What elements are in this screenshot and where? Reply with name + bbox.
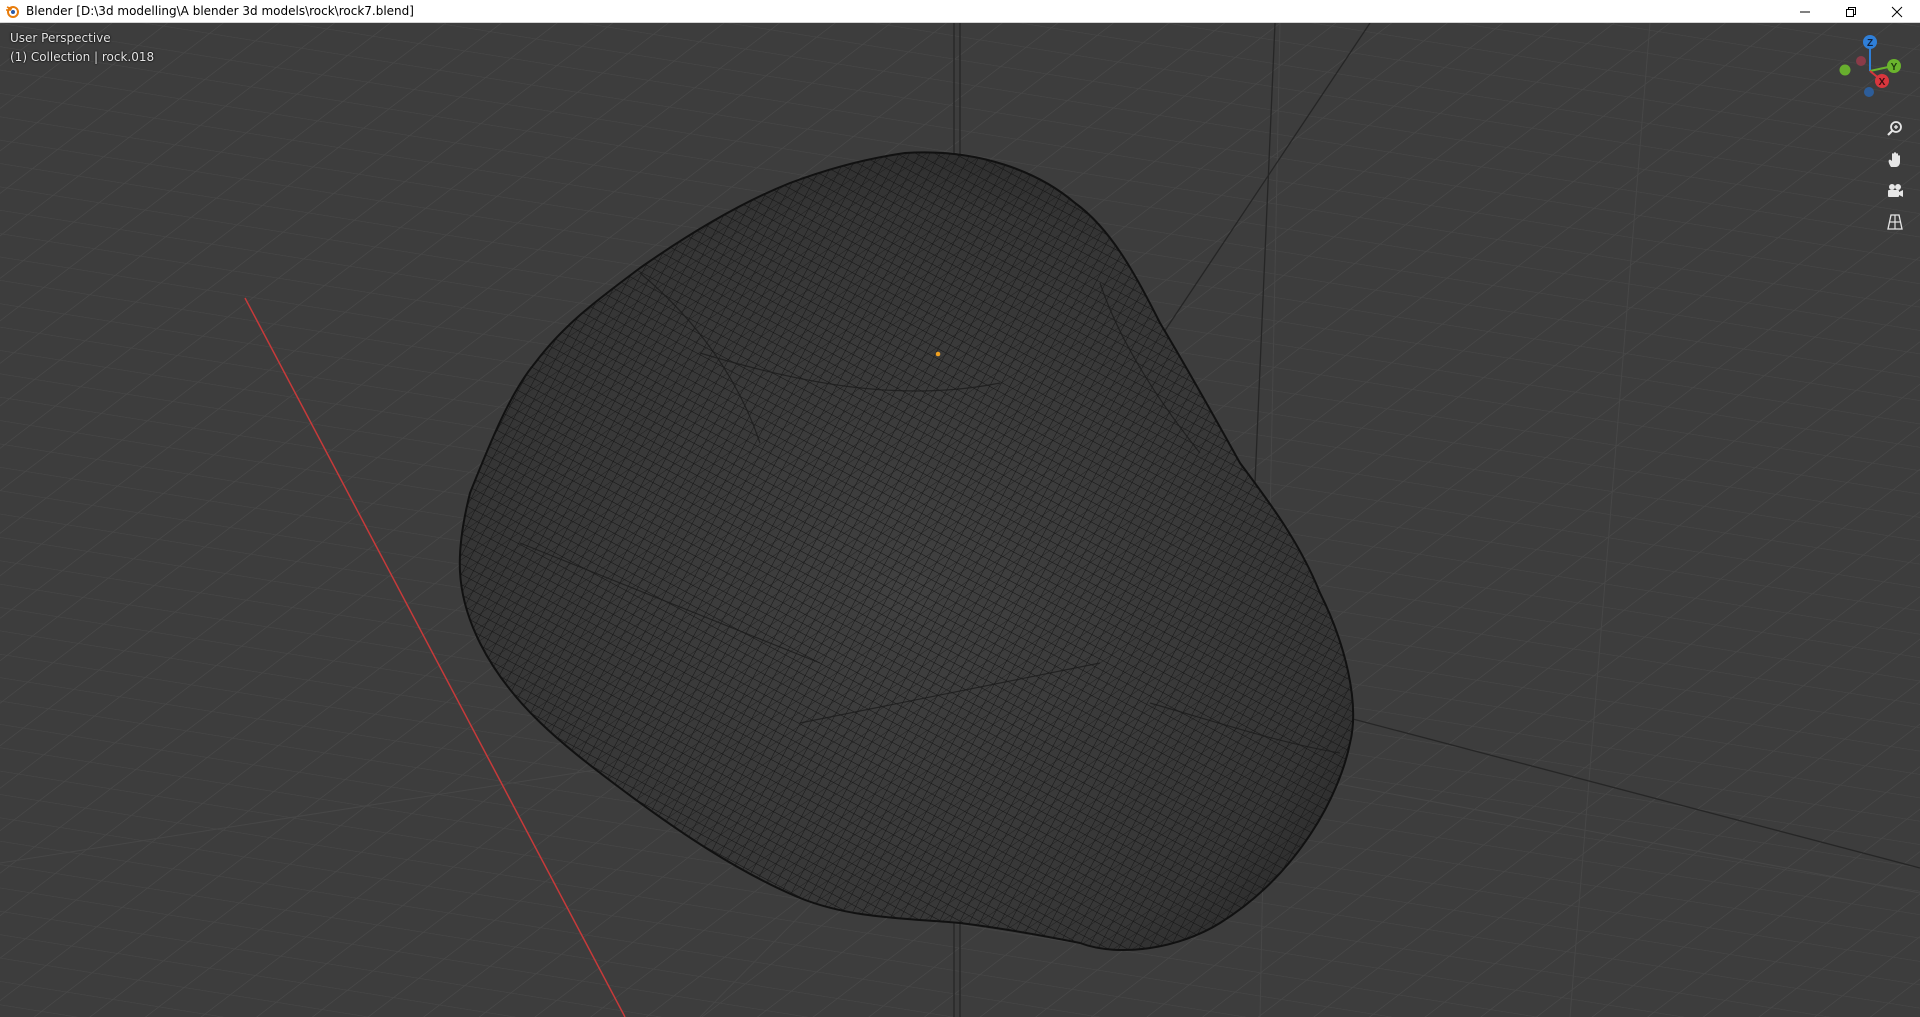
grid-perspective-icon bbox=[1887, 214, 1903, 230]
axis-gizmo[interactable]: Z Y X bbox=[1830, 31, 1910, 111]
zoom-button[interactable] bbox=[1880, 115, 1910, 143]
view-perspective-label: User Perspective bbox=[10, 31, 111, 45]
camera-icon bbox=[1888, 184, 1903, 197]
hand-pan-icon bbox=[1888, 152, 1900, 167]
object-origin-dot bbox=[935, 351, 941, 357]
active-object-label: (1) Collection | rock.018 bbox=[10, 50, 155, 64]
svg-text:X: X bbox=[1879, 77, 1886, 88]
window-title: Blender [D:\3d modelling\A blender 3d mo… bbox=[26, 4, 414, 18]
close-icon bbox=[1891, 6, 1903, 17]
camera-view-button[interactable] bbox=[1880, 177, 1910, 205]
gizmo-neg-z-icon[interactable] bbox=[1864, 87, 1874, 97]
zoom-icon bbox=[1887, 121, 1902, 136]
3d-viewport[interactable]: User Perspective (1) Collection | rock.0… bbox=[0, 23, 1920, 1017]
pan-button[interactable] bbox=[1880, 146, 1910, 174]
minimize-icon bbox=[1800, 11, 1810, 12]
svg-text:Z: Z bbox=[1867, 38, 1873, 49]
window-titlebar[interactable]: Blender [D:\3d modelling\A blender 3d mo… bbox=[0, 0, 1920, 23]
gizmo-neg-y-icon[interactable] bbox=[1839, 64, 1851, 76]
viewport-scene[interactable] bbox=[0, 23, 1920, 1017]
restore-button[interactable] bbox=[1828, 0, 1874, 23]
restore-icon bbox=[1846, 6, 1856, 17]
gizmo-neg-x-icon[interactable] bbox=[1856, 56, 1866, 66]
close-button[interactable] bbox=[1874, 0, 1920, 23]
blender-logo-icon bbox=[4, 3, 20, 19]
minimize-button[interactable] bbox=[1782, 0, 1828, 23]
svg-text:Y: Y bbox=[1891, 62, 1898, 73]
perspective-toggle-button[interactable] bbox=[1880, 208, 1910, 236]
